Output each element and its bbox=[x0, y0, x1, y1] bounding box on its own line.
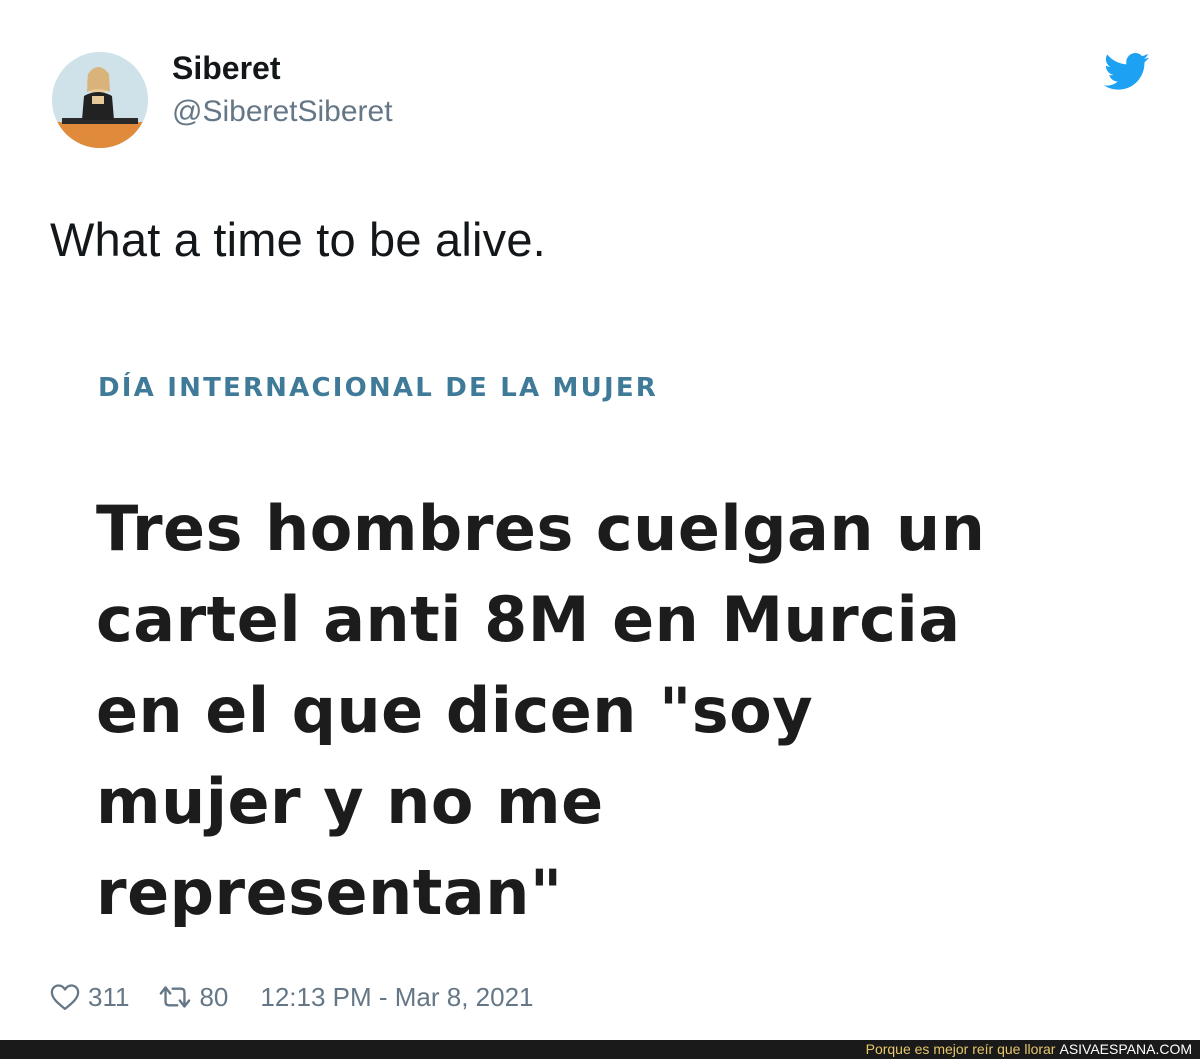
tweet-timestamp[interactable]: 12:13 PM - Mar 8, 2021 bbox=[260, 982, 533, 1013]
avatar-photo-icon bbox=[52, 52, 148, 148]
article-headline: Tres hombres cuelgan un cartel anti 8M e… bbox=[96, 483, 1136, 938]
headline-line: representan" bbox=[96, 856, 563, 929]
watermark-tagline: Porque es mejor reír que llorar bbox=[865, 1041, 1056, 1057]
headline-line: cartel anti 8M en Murcia bbox=[96, 583, 961, 656]
avatar[interactable] bbox=[52, 52, 148, 148]
author-display-name[interactable]: Siberet bbox=[172, 50, 280, 87]
like-count: 311 bbox=[88, 981, 130, 1012]
tweet-text: What a time to be alive. bbox=[50, 213, 546, 266]
author-handle[interactable]: @SiberetSiberet bbox=[172, 95, 393, 129]
media-image[interactable]: DÍA INTERNACIONAL DE LA MUJER Tres hombr… bbox=[48, 338, 1154, 948]
retweet-button[interactable]: 80 bbox=[157, 982, 228, 1013]
watermark-site: ASIVAESPANA.COM bbox=[1059, 1041, 1192, 1057]
tweet-footer: 311 80 12:13 PM - Mar 8, 2021 bbox=[50, 980, 534, 1014]
retweet-count: 80 bbox=[199, 981, 229, 1012]
like-button[interactable]: 311 bbox=[50, 982, 129, 1013]
headline-line: mujer y no me bbox=[96, 765, 604, 838]
watermark-bar: Porque es mejor reír que llorar ASIVAESPA… bbox=[0, 1040, 1200, 1059]
headline-line: Tres hombres cuelgan un bbox=[96, 492, 986, 565]
tweet-card: Siberet @SiberetSiberet What a time to b… bbox=[0, 0, 1200, 1040]
twitter-bird-icon[interactable] bbox=[1104, 52, 1150, 92]
watermark: Porque es mejor reír que llorar ASIVAESPA… bbox=[866, 1041, 1192, 1058]
headline-line: en el que dicen "soy bbox=[96, 674, 814, 747]
twitter-bird-svg bbox=[1104, 53, 1150, 90]
retweet-icon bbox=[160, 986, 191, 1008]
heart-icon bbox=[50, 984, 80, 1010]
article-kicker: DÍA INTERNACIONAL DE LA MUJER bbox=[98, 373, 658, 403]
